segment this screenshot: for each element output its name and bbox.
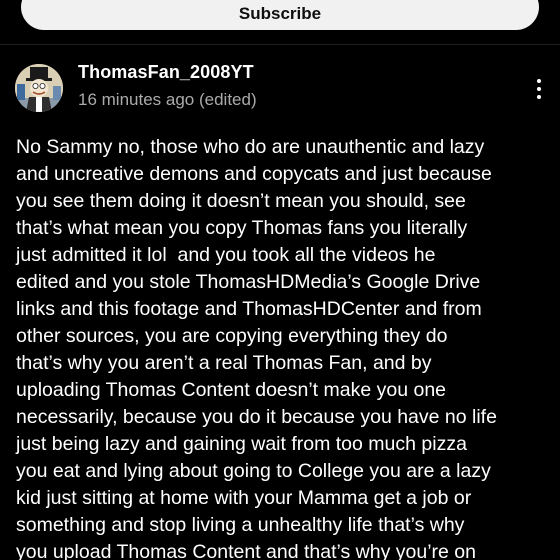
comment-line: that’s what mean you copy Thomas fans yo… [16, 217, 468, 239]
comment-timestamp: 16 minutes ago (edited) [78, 90, 257, 109]
comment-line: just admitted it lol and you took all th… [16, 244, 436, 266]
comment-text: No Sammy no, those who do are unauthenti… [16, 134, 552, 560]
comment-line: something and stop living a unhealthy li… [16, 514, 465, 536]
comment-line: that’s why you aren’t a real Thomas Fan,… [16, 352, 432, 374]
comment-line: just being lazy and gaining wait from to… [16, 433, 467, 455]
divider [0, 44, 560, 45]
comment-line: uploading Thomas Content doesn’t make yo… [16, 379, 447, 401]
comment-line: edited and you stole ThomasHDMedia’s Goo… [16, 271, 481, 293]
comment-line: you upload Thomas Content and that’s why… [16, 541, 476, 560]
comment-line: you eat and lying about going to College… [16, 460, 491, 482]
comment-author[interactable]: ThomasFan_2008YT [78, 62, 254, 83]
comment-line: necessarily, because you do it because y… [16, 406, 497, 428]
more-vert-icon[interactable] [526, 72, 552, 106]
comment-line: you see them doing it doesn’t mean you s… [16, 190, 466, 212]
comment-line: links and this footage and ThomasHDCente… [16, 298, 482, 320]
subscribe-button[interactable]: Subscribe [21, 0, 539, 30]
avatar-icon[interactable] [15, 64, 63, 112]
subscribe-label: Subscribe [238, 4, 322, 23]
comment-line: kid just sitting at home with your Mamma… [16, 487, 472, 509]
comment-line: and uncreative demons and copycats and j… [16, 163, 492, 185]
comment-line: No Sammy no, those who do are unauthenti… [16, 136, 485, 158]
comment-line: other sources, you are copying everythin… [16, 325, 448, 347]
